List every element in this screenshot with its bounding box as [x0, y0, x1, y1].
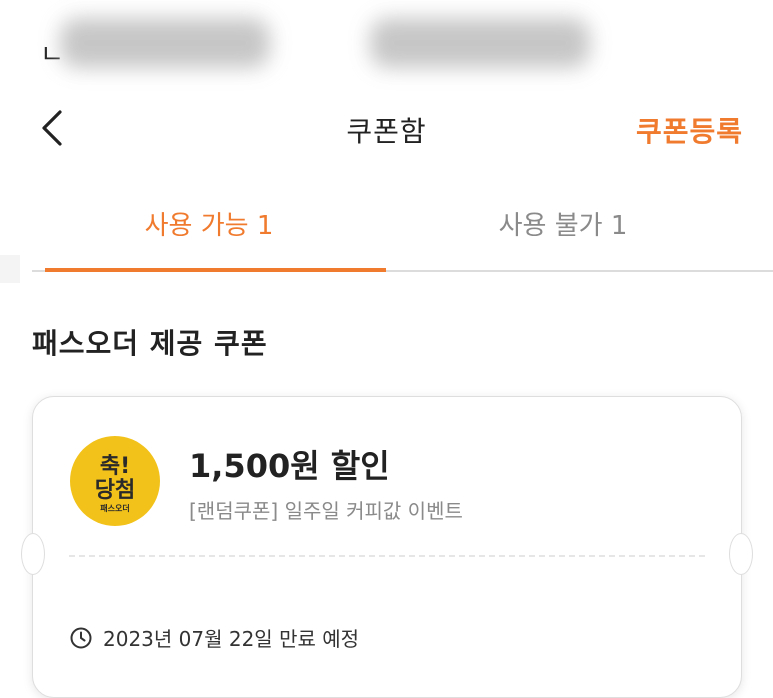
- tab-unavailable[interactable]: 사용 불가 1: [386, 190, 740, 270]
- tab-available[interactable]: 사용 가능 1: [32, 190, 386, 270]
- coupon-tabs: 사용 가능 1 사용 불가 1: [32, 190, 773, 272]
- clock-icon: [70, 627, 92, 648]
- header: 쿠폰함 쿠폰등록: [0, 88, 773, 168]
- expiry-row: 2023년 07월 22일 만료 예정: [69, 623, 359, 652]
- expiry-text: 2023년 07월 22일 만료 예정: [103, 627, 360, 651]
- ticket-notch: [21, 533, 45, 575]
- active-tab-indicator: [45, 268, 386, 272]
- ticket-notch: [729, 533, 753, 575]
- section-title: 패스오더 제공 쿠폰: [32, 327, 268, 360]
- coupon-card[interactable]: 축! 당첨 패스오더 1,500원 할인 [랜덤쿠폰] 일주일 커피값 이벤트 …: [21, 396, 753, 698]
- dashed-divider: [69, 555, 705, 557]
- status-bar: ㄴ: [0, 0, 773, 86]
- coupon-amount: 1,500원 할인: [189, 447, 390, 485]
- blurred-region: [370, 18, 590, 68]
- coupon-register-button[interactable]: 쿠폰등록: [636, 110, 743, 150]
- coupon-badge-logo: 축! 당첨 패스오더: [70, 436, 160, 526]
- coupon-description: [랜덤쿠폰] 일주일 커피값 이벤트: [189, 499, 463, 523]
- edge-shade: [0, 255, 20, 283]
- blurred-region: [60, 18, 270, 68]
- badge-brand: 패스오더: [100, 503, 129, 513]
- badge-line2: 당첨: [95, 478, 135, 503]
- badge-line1: 축!: [100, 454, 130, 479]
